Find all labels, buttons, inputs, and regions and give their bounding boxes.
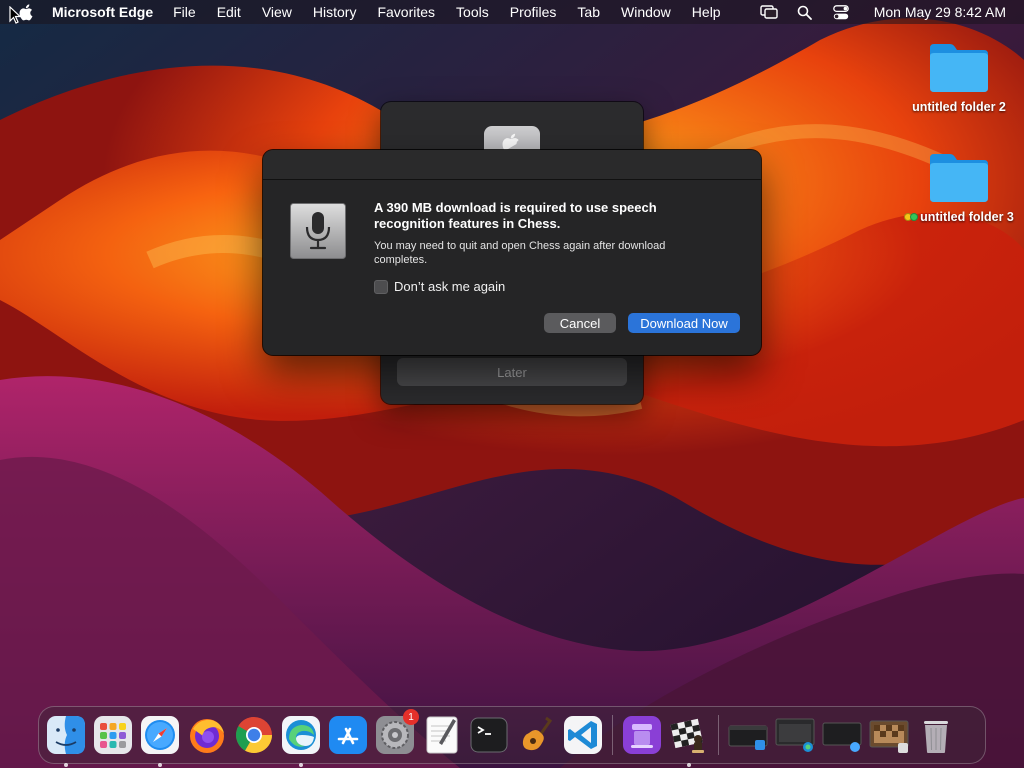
dock-garageband[interactable]	[516, 715, 556, 755]
folder-label: untitled folder 3	[920, 210, 1014, 224]
safari-window-thumbnail	[822, 722, 862, 752]
dialog-headline: A 390 MB download is required to use spe…	[374, 200, 657, 231]
menu-bar: Microsoft Edge File Edit View History Fa…	[0, 0, 1024, 24]
running-indicator	[687, 763, 691, 767]
dialog-titlebar	[263, 150, 761, 180]
folder-label: untitled folder 2	[912, 100, 1006, 114]
later-button[interactable]: Later	[397, 358, 627, 386]
chrome-icon	[235, 717, 272, 754]
mouse-pointer-icon	[9, 6, 21, 24]
terminal-icon	[470, 717, 508, 753]
dock-podcasts[interactable]	[622, 715, 662, 755]
desktop-folder-untitled-2[interactable]: untitled folder 2	[904, 40, 1014, 115]
green-tag-dot	[910, 213, 919, 222]
menu-app-name[interactable]: Microsoft Edge	[52, 4, 153, 20]
edge-window-thumbnail	[775, 718, 815, 752]
menu-profiles[interactable]: Profiles	[510, 4, 557, 20]
podcasts-icon	[623, 716, 661, 754]
dock-trash[interactable]	[916, 715, 956, 755]
finder-tag-dots	[904, 210, 919, 225]
dock-minimized-chess-window[interactable]	[869, 715, 909, 755]
screen-mirroring-icon[interactable]	[760, 4, 778, 20]
running-indicator	[299, 763, 303, 767]
running-indicator	[158, 763, 162, 767]
dock-terminal[interactable]	[469, 715, 509, 755]
menu-help[interactable]: Help	[692, 4, 721, 20]
microphone-icon	[290, 203, 346, 259]
running-indicator	[64, 763, 68, 767]
speech-download-dialog: A 390 MB download is required to use spe…	[263, 150, 761, 355]
folder-icon	[930, 44, 988, 92]
dialog-body-text: You may need to quit and open Chess agai…	[374, 240, 666, 266]
menu-favorites[interactable]: Favorites	[377, 4, 435, 20]
menu-edit[interactable]: Edit	[217, 4, 241, 20]
dock-system-preferences[interactable]: 1	[375, 709, 419, 755]
folder-icon	[930, 154, 988, 202]
dock-chrome[interactable]	[234, 715, 274, 755]
vscode-icon	[564, 716, 602, 754]
dock: 1	[38, 706, 986, 767]
menu-window[interactable]: Window	[621, 4, 671, 20]
dock-vscode[interactable]	[563, 715, 603, 755]
menu-tools[interactable]: Tools	[456, 4, 489, 20]
menu-view[interactable]: View	[262, 4, 292, 20]
dont-ask-again-row[interactable]: Don’t ask me again	[374, 279, 505, 294]
finder-icon	[47, 716, 85, 754]
finder-window-thumbnail	[728, 725, 768, 750]
dock-safari[interactable]	[140, 715, 180, 767]
app-store-icon	[329, 716, 367, 754]
firefox-icon	[190, 719, 224, 753]
dock-launchpad[interactable]	[93, 715, 133, 755]
spotlight-search-icon[interactable]	[796, 4, 814, 20]
dock-minimized-edge-window[interactable]	[775, 715, 815, 755]
cancel-button[interactable]: Cancel	[544, 313, 616, 333]
garageband-icon	[522, 716, 553, 751]
desktop-folder-untitled-3[interactable]: untitled folder 3	[904, 150, 1014, 225]
dock-minimized-finder-window[interactable]	[728, 715, 768, 755]
menu-history[interactable]: History	[313, 4, 357, 20]
notification-badge: 1	[403, 709, 419, 725]
menu-tab[interactable]: Tab	[577, 4, 600, 20]
dock-separator	[612, 715, 613, 755]
control-center-icon[interactable]	[832, 4, 850, 20]
menu-file[interactable]: File	[173, 4, 196, 20]
textedit-icon	[426, 716, 458, 754]
dont-ask-again-checkbox[interactable]	[374, 279, 388, 294]
dock-chess[interactable]	[669, 715, 709, 767]
dock-textedit[interactable]	[422, 715, 462, 755]
edge-icon	[282, 716, 320, 754]
dock-app-store[interactable]	[328, 715, 368, 755]
launchpad-icon	[94, 716, 132, 754]
menu-bar-clock[interactable]: Mon May 29 8:42 AM	[874, 4, 1006, 20]
dock-minimized-safari-window[interactable]	[822, 715, 862, 755]
dont-ask-again-label[interactable]: Don’t ask me again	[394, 279, 505, 294]
dock-edge[interactable]	[281, 715, 321, 767]
dock-finder[interactable]	[46, 715, 86, 767]
trash-icon	[924, 721, 948, 753]
safari-icon	[141, 716, 179, 754]
dock-firefox[interactable]	[187, 715, 227, 755]
chess-window-thumbnail	[869, 720, 909, 753]
download-now-button[interactable]: Download Now	[628, 313, 740, 333]
chess-icon	[670, 718, 704, 753]
dock-separator	[718, 715, 719, 755]
